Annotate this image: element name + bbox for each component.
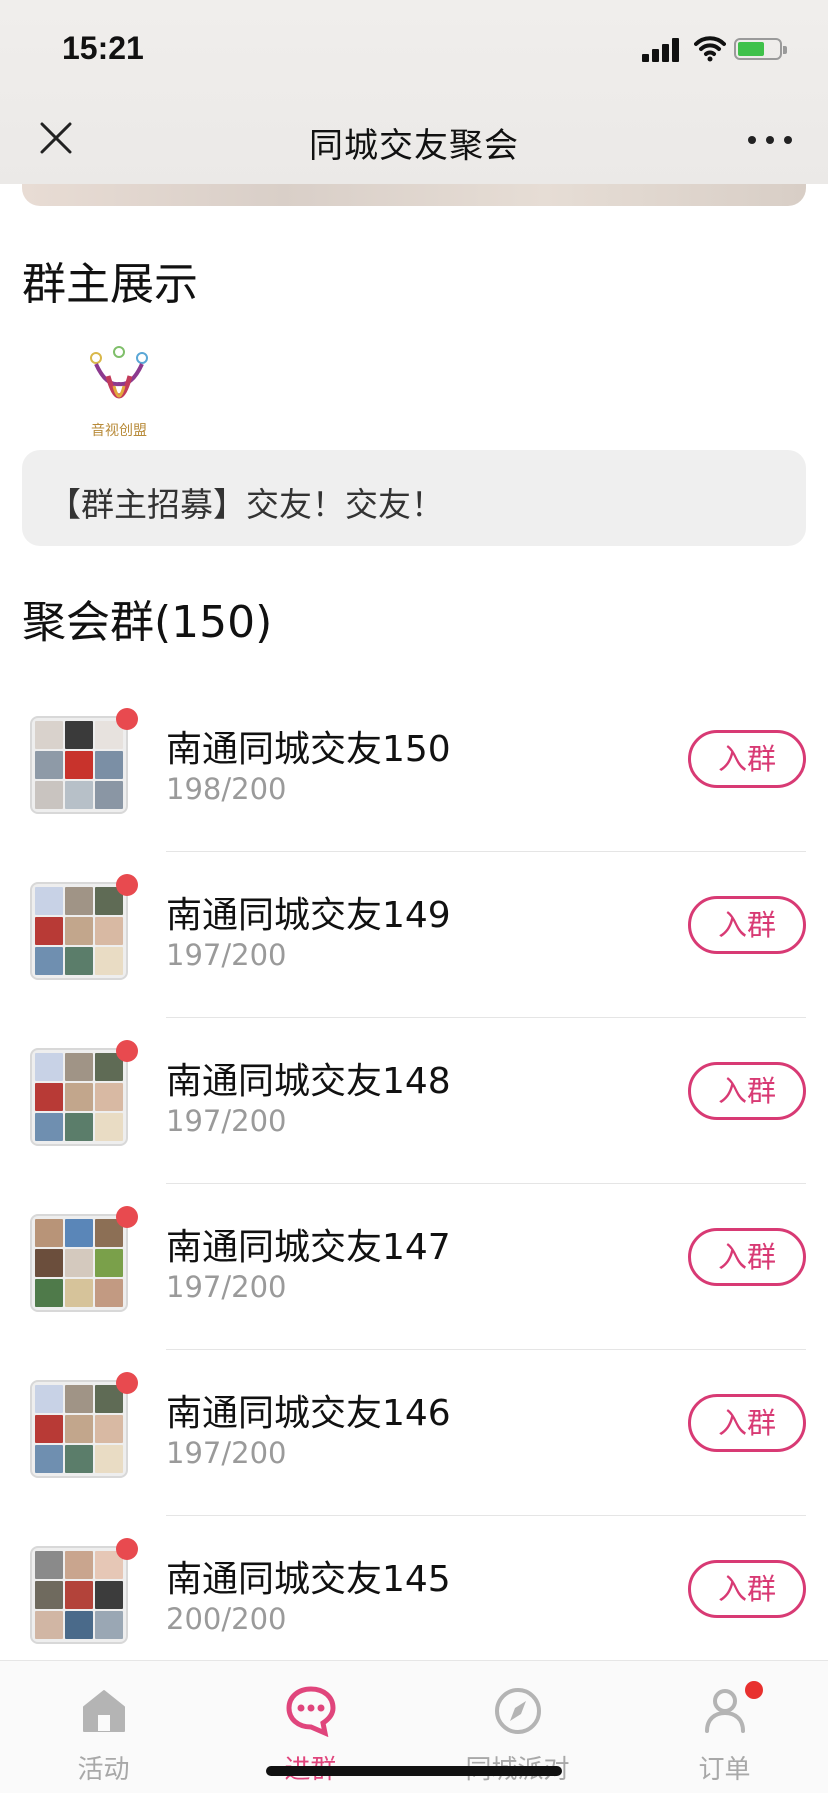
unread-dot [116,1040,138,1062]
group-name: 南通同城交友145 [166,1559,451,1600]
wifi-icon [694,36,726,62]
home-indicator [266,1766,562,1776]
list-item[interactable]: 南通同城交友150 198/200 入群 [0,686,828,852]
chat-bubble-icon [286,1686,336,1737]
list-item[interactable]: 南通同城交友147 197/200 入群 [0,1184,828,1350]
join-group-button[interactable]: 入群 [688,1228,806,1286]
unread-dot [116,1206,138,1228]
group-avatar [30,882,128,980]
more-options-icon[interactable] [748,128,792,148]
notification-badge [745,1681,763,1699]
group-name: 南通同城交友149 [166,895,451,936]
group-name: 南通同城交友146 [166,1393,451,1434]
group-avatar [30,716,128,814]
recruit-notice[interactable]: 【群主招募】交友！交友！ [22,450,806,546]
logo-icon [90,346,148,399]
compass-icon [495,1688,541,1734]
join-group-button[interactable]: 入群 [688,730,806,788]
status-icons [642,34,792,64]
unread-dot [116,874,138,896]
list-item[interactable]: 南通同城交友148 197/200 入群 [0,1018,828,1184]
join-group-button[interactable]: 入群 [688,1394,806,1452]
tab-activity[interactable]: 活动 [0,1661,207,1793]
groups-section-title: 聚会群(150) [22,597,273,648]
group-member-count: 197/200 [166,1270,287,1304]
group-member-count: 197/200 [166,938,287,972]
status-time: 15:21 [62,30,144,66]
signal-icon [642,38,682,62]
list-item[interactable]: 南通同城交友145 200/200 入群 [0,1516,828,1682]
top-bar: 15:21 同城交友聚会 [0,0,828,184]
list-item[interactable]: 南通同城交友149 197/200 入群 [0,852,828,1018]
page-title: 同城交友聚会 [309,126,519,166]
unread-dot [116,1372,138,1394]
group-member-count: 198/200 [166,772,287,806]
group-member-count: 200/200 [166,1602,287,1636]
notice-text: 【群主招募】交友！交友！ [48,485,444,524]
group-avatar [30,1214,128,1312]
tab-label: 活动 [77,1755,130,1785]
group-avatar [30,1048,128,1146]
group-list: 南通同城交友150 198/200 入群 南通同城交友149 197/200 入… [0,686,828,1682]
person-icon [705,1689,745,1733]
tab-orders[interactable]: 订单 [621,1661,828,1793]
unread-dot [116,708,138,730]
group-name: 南通同城交友148 [166,1061,451,1102]
group-name: 南通同城交友147 [166,1227,451,1268]
join-group-button[interactable]: 入群 [688,896,806,954]
battery-icon [734,38,787,60]
join-group-button[interactable]: 入群 [688,1062,806,1120]
group-member-count: 197/200 [166,1104,287,1138]
group-avatar [30,1546,128,1644]
owner-section-title: 群主展示 [22,259,198,310]
tab-label: 订单 [698,1755,751,1785]
home-icon [83,1690,125,1732]
join-group-button[interactable]: 入群 [688,1560,806,1618]
group-avatar [30,1380,128,1478]
group-name: 南通同城交友150 [166,729,451,770]
unread-dot [116,1538,138,1560]
group-member-count: 197/200 [166,1436,287,1470]
logo-text: 音视创盟 [91,423,147,439]
list-item[interactable]: 南通同城交友146 197/200 入群 [0,1350,828,1516]
owner-logo[interactable]: 音视创盟 [86,346,152,440]
